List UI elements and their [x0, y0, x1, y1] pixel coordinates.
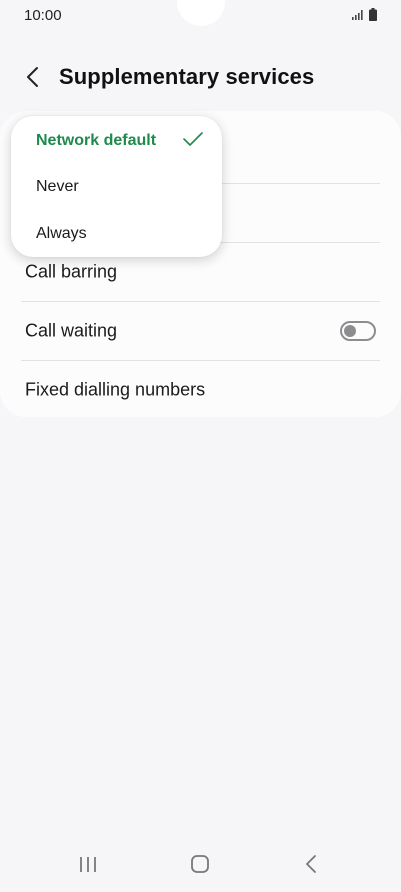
- camera-notch: [177, 0, 225, 26]
- home-icon[interactable]: [190, 854, 210, 874]
- call-waiting-toggle[interactable]: [340, 321, 376, 341]
- status-time: 10:00: [24, 7, 62, 24]
- chevron-left-icon[interactable]: [22, 66, 44, 88]
- fixed-dialling-row[interactable]: Fixed dialling numbers: [21, 361, 380, 419]
- fixed-dialling-label: Fixed dialling numbers: [25, 379, 206, 400]
- option-never[interactable]: Never: [11, 164, 222, 210]
- option-label: Always: [36, 225, 87, 242]
- call-waiting-label: Call waiting: [25, 320, 118, 341]
- navigation-bar: [0, 842, 401, 892]
- status-bar: 10:00: [0, 0, 401, 30]
- back-nav-icon[interactable]: [304, 854, 318, 874]
- toggle-knob: [344, 325, 356, 337]
- app-header: Supplementary services: [0, 55, 401, 100]
- recents-icon[interactable]: [79, 854, 97, 874]
- check-icon: [183, 132, 203, 146]
- option-label: Network default: [36, 132, 157, 149]
- battery-icon: [369, 8, 377, 21]
- caller-id-dropdown: Network default Never Always: [11, 116, 222, 257]
- option-always[interactable]: Always: [11, 211, 222, 257]
- call-barring-label: Call barring: [25, 261, 118, 282]
- call-waiting-row[interactable]: Call waiting: [21, 302, 380, 360]
- option-label: Never: [36, 178, 79, 195]
- option-network-default[interactable]: Network default: [11, 118, 222, 164]
- signal-icon: [352, 10, 363, 20]
- page-title: Supplementary services: [59, 64, 315, 89]
